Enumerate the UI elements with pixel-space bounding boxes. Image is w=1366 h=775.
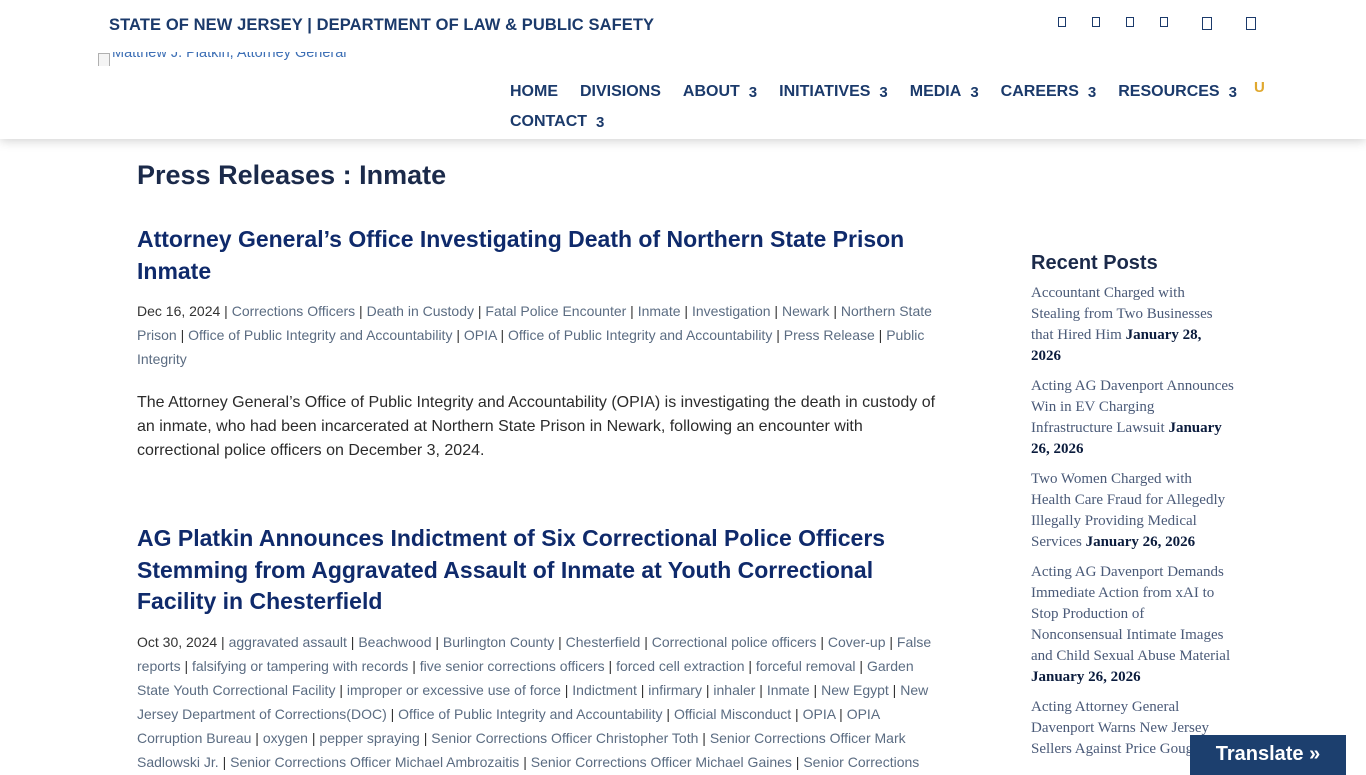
- nav-item-about[interactable]: ABOUT 3: [683, 83, 757, 101]
- post-title[interactable]: Attorney General’s Office Investigating …: [137, 224, 947, 287]
- tag-link[interactable]: inhaler: [713, 682, 755, 698]
- tag-link[interactable]: Chesterfield: [566, 634, 641, 650]
- tag-link[interactable]: Senior Corrections Officer Christopher T…: [431, 730, 698, 746]
- tag-link[interactable]: Newark: [782, 303, 829, 319]
- tag-link[interactable]: Indictment: [572, 682, 637, 698]
- tag-link[interactable]: Senior Corrections Officer Michael Gaine…: [531, 754, 792, 770]
- post-excerpt: The Attorney General’s Office of Public …: [137, 394, 936, 459]
- nav-item-careers[interactable]: CAREERS 3: [1001, 83, 1097, 101]
- post-title[interactable]: AG Platkin Announces Indictment of Six C…: [137, 523, 947, 618]
- tag-link[interactable]: Official Misconduct: [674, 706, 791, 722]
- chevron-down-icon: 3: [596, 113, 605, 131]
- tag-link[interactable]: New Egypt: [821, 682, 889, 698]
- tag-link[interactable]: Senior Corrections: [803, 754, 919, 770]
- tag-link[interactable]: Correctional police officers: [652, 634, 817, 650]
- tag-link[interactable]: Office of Public Integrity and Accountab…: [398, 706, 662, 722]
- recent-post-link[interactable]: Acting Attorney General Davenport Warns …: [1031, 699, 1212, 757]
- nav-item-home[interactable]: HOME: [510, 83, 558, 101]
- tag-link[interactable]: Press Release: [784, 327, 875, 343]
- social-icon-2[interactable]: [1092, 17, 1100, 27]
- nav-label: RESOURCES: [1118, 83, 1220, 100]
- tag-link[interactable]: Death in Custody: [367, 303, 474, 319]
- nav-label: HOME: [510, 83, 558, 100]
- site-logo[interactable]: Matthew J. Platkin, Attorney General: [98, 52, 347, 66]
- tag-link[interactable]: OPIA: [464, 327, 497, 343]
- tag-link[interactable]: Corrections Officers: [232, 303, 355, 319]
- tag-link[interactable]: Beachwood: [358, 634, 431, 650]
- page-title: Press Releases : Inmate: [137, 160, 447, 190]
- post-date: Oct 30, 2024: [137, 633, 218, 650]
- recent-post-item: Acting AG Davenport Demands Immediate Ac…: [1031, 562, 1235, 688]
- sidebar: Recent Posts Accountant Charged with Ste…: [1031, 252, 1235, 769]
- recent-post-item: Two Women Charged with Health Care Fraud…: [1031, 469, 1235, 553]
- recent-post-date: January 26, 2026: [1085, 534, 1196, 550]
- chevron-down-icon: 3: [748, 83, 758, 101]
- nav-row: HOME DIVISIONS ABOUT 3 INITIATIVES 3 MEDIA 3 CAR…: [510, 77, 1259, 107]
- nav-item-contact[interactable]: CONTACT 3: [510, 113, 604, 131]
- nav-label: DIVISIONS: [580, 83, 661, 100]
- nav-label: CONTACT: [510, 113, 588, 130]
- tag-link[interactable]: OPIA: [803, 706, 836, 722]
- recent-post-item: Acting AG Davenport Announces Win in EV …: [1031, 376, 1235, 460]
- tag-link[interactable]: five senior corrections officers: [420, 658, 605, 674]
- site-header: STATE OF NEW JERSEY | DEPARTMENT OF LAW …: [0, 0, 1366, 139]
- tag-link[interactable]: Investigation: [692, 303, 771, 319]
- search-icon[interactable]: U: [1254, 79, 1265, 96]
- tag-link[interactable]: Inmate: [767, 682, 810, 698]
- nav-item-resources[interactable]: RESOURCES 3: [1118, 83, 1237, 101]
- nav-row: CONTACT 3: [510, 107, 1259, 137]
- post-tags: | aggravated assault | Beachwood | Burli…: [137, 633, 932, 770]
- tag-link[interactable]: aggravated assault: [229, 634, 347, 650]
- tag-link[interactable]: forceful removal: [756, 658, 856, 674]
- post-1: Attorney General’s Office Investigating …: [137, 224, 947, 463]
- tag-link[interactable]: pepper spraying: [319, 730, 419, 746]
- main-nav: HOME DIVISIONS ABOUT 3 INITIATIVES 3 MEDIA 3 CAR…: [510, 77, 1259, 137]
- tag-link[interactable]: Fatal Police Encounter: [485, 303, 626, 319]
- broken-image-icon: [98, 53, 110, 66]
- translate-button[interactable]: Translate »: [1190, 735, 1346, 775]
- nav-label: MEDIA: [909, 83, 962, 100]
- nav-label: ABOUT: [682, 83, 740, 100]
- social-icon-6[interactable]: [1246, 17, 1256, 30]
- tag-link[interactable]: Office of Public Integrity and Accountab…: [508, 327, 772, 343]
- social-links: [1032, 17, 1256, 30]
- tag-link[interactable]: Inmate: [638, 303, 681, 319]
- tag-link[interactable]: Office of Public Integrity and Accountab…: [188, 327, 452, 343]
- tag-link[interactable]: Burlington County: [443, 634, 554, 650]
- nav-item-divisions[interactable]: DIVISIONS: [580, 83, 661, 101]
- nav-item-media[interactable]: MEDIA 3: [910, 83, 979, 101]
- agency-title[interactable]: STATE OF NEW JERSEY | DEPARTMENT OF LAW …: [109, 16, 654, 35]
- chevron-down-icon: 3: [1228, 83, 1237, 101]
- chevron-down-icon: 3: [1087, 83, 1097, 101]
- nav-item-initiatives[interactable]: INITIATIVES 3: [779, 83, 888, 101]
- tag-link[interactable]: infirmary: [648, 682, 702, 698]
- chevron-down-icon: 3: [970, 83, 979, 101]
- social-icon-1[interactable]: [1058, 17, 1066, 27]
- social-icon-4[interactable]: [1160, 17, 1168, 27]
- nav-label: INITIATIVES: [779, 83, 871, 100]
- post-2: AG Platkin Announces Indictment of Six C…: [137, 523, 947, 774]
- tag-link[interactable]: improper or excessive use of force: [347, 682, 561, 698]
- recent-post-link[interactable]: Acting AG Davenport Demands Immediate Ac…: [1031, 564, 1230, 664]
- tag-link[interactable]: oxygen: [263, 730, 308, 746]
- tag-link[interactable]: Senior Corrections Officer Michael Ambro…: [230, 754, 519, 770]
- post-tags: | Corrections Officers | Death in Custod…: [137, 303, 932, 367]
- nav-label: CAREERS: [1000, 83, 1079, 100]
- recent-post-date: January 26, 2026: [1031, 669, 1141, 685]
- social-icon-3[interactable]: [1126, 17, 1134, 27]
- tag-link[interactable]: Cover-up: [828, 634, 886, 650]
- post-date: Dec 16, 2024: [137, 303, 221, 319]
- post-meta: Dec 16, 2024 | Corrections Officers | De…: [137, 299, 947, 371]
- tag-link[interactable]: forced cell extraction: [616, 658, 744, 674]
- social-icon-5[interactable]: [1202, 17, 1212, 30]
- chevron-down-icon: 3: [879, 83, 888, 101]
- recent-posts-list: Accountant Charged with Stealing from Tw…: [1031, 283, 1235, 760]
- logo-alt-text: Matthew J. Platkin, Attorney General: [112, 52, 347, 61]
- recent-post-item: Accountant Charged with Stealing from Tw…: [1031, 283, 1235, 367]
- tag-link[interactable]: falsifying or tampering with records: [192, 658, 408, 674]
- post-meta: Oct 30, 2024 | aggravated assault | Beac…: [137, 630, 947, 774]
- recent-posts-heading: Recent Posts: [1031, 252, 1158, 274]
